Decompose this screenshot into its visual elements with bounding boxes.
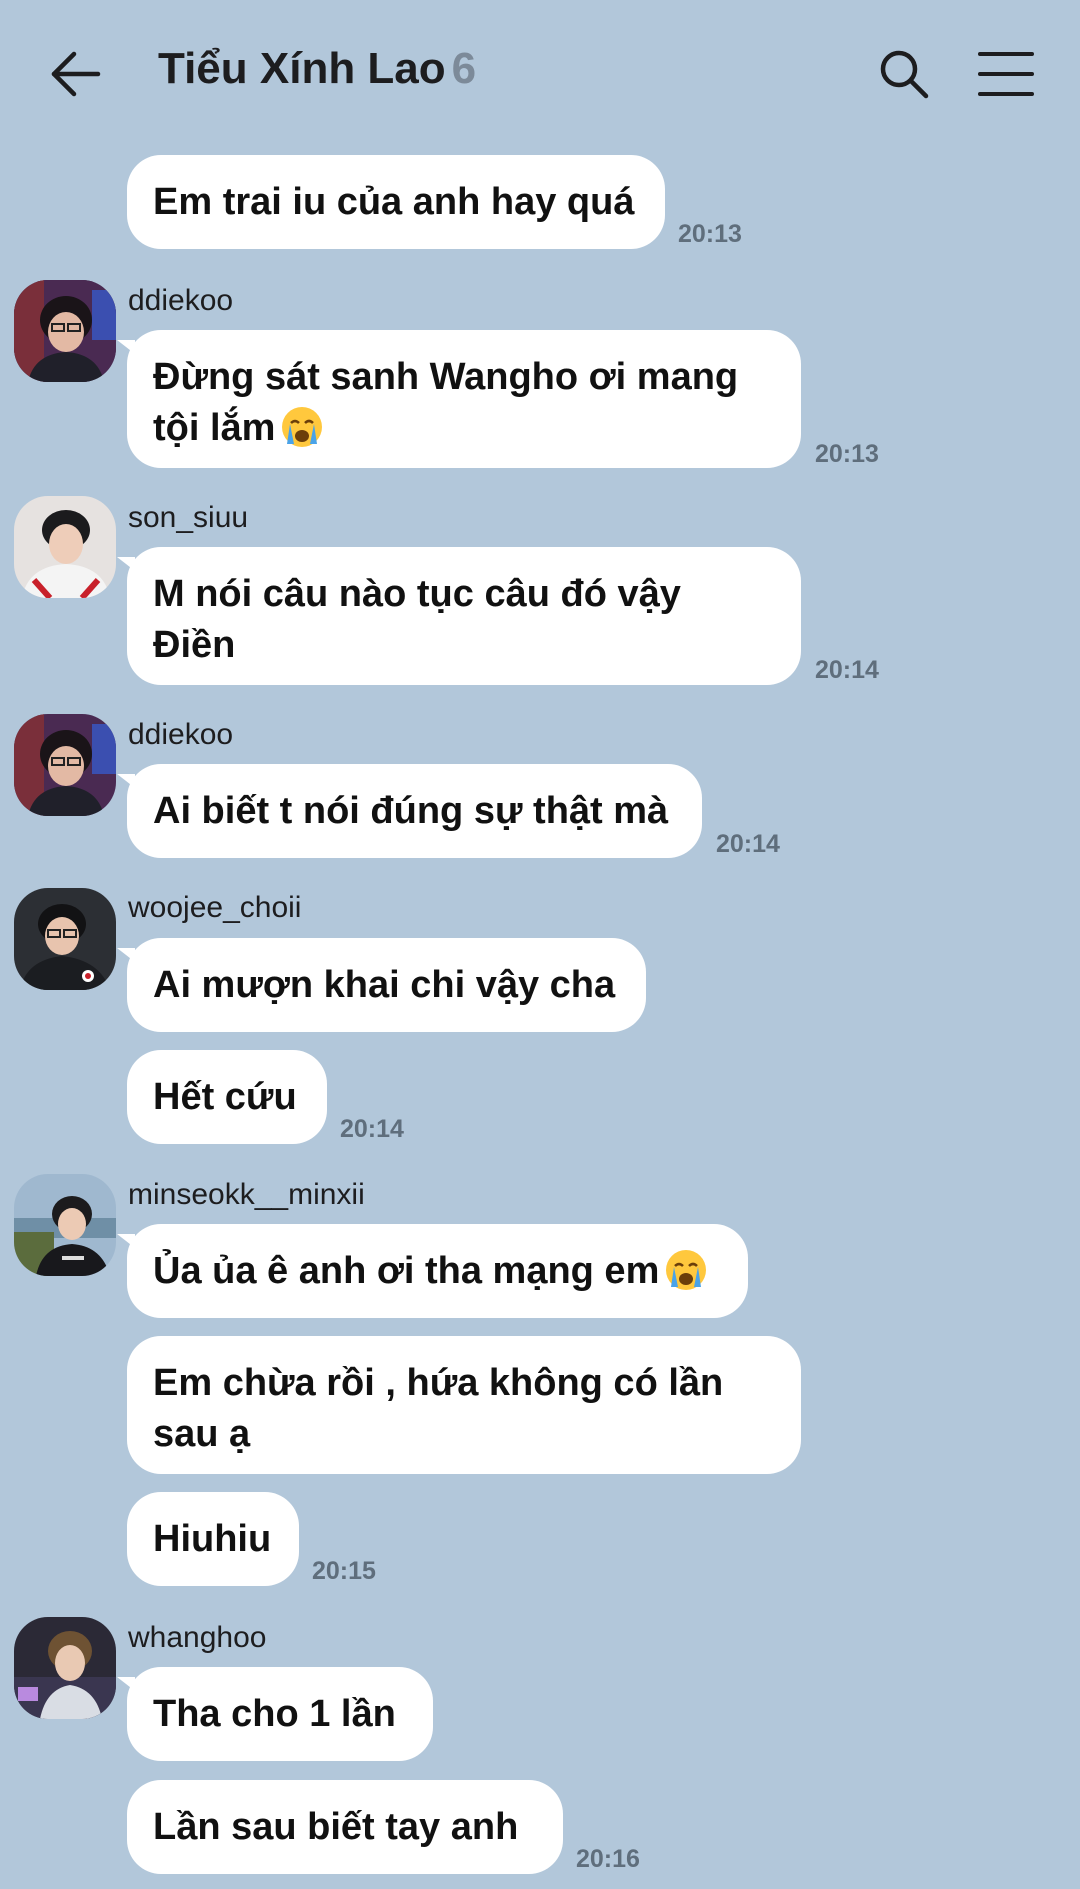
loudly-crying-face-emoji [282,406,323,447]
message-text: Ai biết t nói đúng sự thật mà [153,790,669,832]
message-text: Tha cho 1 lần [153,1693,396,1735]
message-text-line-2: sau ạ [153,1413,251,1455]
message-time: 20:14 [340,1115,404,1143]
message-bubble[interactable]: Lần sau biết tay anh [127,1780,563,1874]
message-text: Lần sau biết tay anh [153,1806,519,1848]
sender-name: whanghoo [128,1621,267,1654]
loudly-crying-face-emoji [666,1249,707,1290]
member-count: 6 [451,44,477,93]
avatar[interactable] [14,280,116,382]
message-text: Hết cứu [153,1076,297,1118]
sender-name: minseokk__minxii [128,1178,365,1211]
message-text-line: M nói câu nào tục câu đó vậy [153,573,681,615]
message-bubble[interactable]: Hiuhiu [127,1492,299,1586]
message-text-line: Đừng sát sanh Wangho ơi mang [153,356,739,398]
avatar[interactable] [14,1174,116,1276]
message-text: Em trai iu của anh hay quá [153,181,635,223]
message-text: Hiuhiu [153,1518,272,1560]
message-bubble[interactable]: M nói câu nào tục câu đó vậy Điền [117,547,801,685]
message-time: 20:14 [716,830,780,858]
message-text-line-2: Điền [153,624,236,666]
hamburger-menu-icon [978,52,1034,96]
chat-header: Tiểu Xính Lao 6 [0,0,1080,150]
back-button[interactable] [48,46,108,102]
message-bubble[interactable]: Ủa ủa ê anh ơi tha mạng em [117,1224,748,1318]
message-bubble[interactable]: Ai mượn khai chi vậy cha [117,938,646,1032]
message-bubble[interactable]: Đừng sát sanh Wangho ơi mang tội lắm [117,330,801,468]
search-icon [880,50,929,99]
sender-name: woojee_choii [128,891,302,924]
arrow-left-icon [51,51,101,97]
message-text-line: Em chừa rồi , hứa không có lần [153,1362,724,1404]
message-time: 20:13 [678,220,742,248]
message-bubble[interactable]: Em trai iu của anh hay quá [127,155,665,249]
message-text-line-2: tội lắm [153,403,775,454]
message-bubble[interactable]: Hết cứu [127,1050,327,1144]
message-bubble[interactable]: Em chừa rồi , hứa không có lần sau ạ [127,1336,801,1474]
message-time: 20:16 [576,1845,640,1873]
search-button[interactable] [876,46,932,102]
message-bubble[interactable]: Ai biết t nói đúng sự thật mà [117,764,702,858]
sender-name: ddiekoo [128,284,234,317]
avatar[interactable] [14,714,116,816]
message-text: Ai mượn khai chi vậy cha [153,964,616,1006]
message-time: 20:14 [815,656,879,684]
message-time: 20:13 [815,440,879,468]
message-text-line-text: tội lắm [153,407,276,449]
message-time: 20:15 [312,1557,376,1585]
sender-name: son_siuu [128,501,249,534]
message-text: Ủa ủa ê anh ơi tha mạng em [153,1250,660,1292]
menu-button[interactable] [978,48,1034,100]
chat-title: Tiểu Xính Lao 6 [158,44,476,94]
avatar[interactable] [14,1617,116,1719]
message-bubble[interactable]: Tha cho 1 lần [117,1667,433,1761]
avatar[interactable] [14,496,116,598]
avatar[interactable] [14,888,116,990]
sender-name: ddiekoo [128,718,234,751]
group-name: Tiểu Xính Lao [158,44,446,93]
